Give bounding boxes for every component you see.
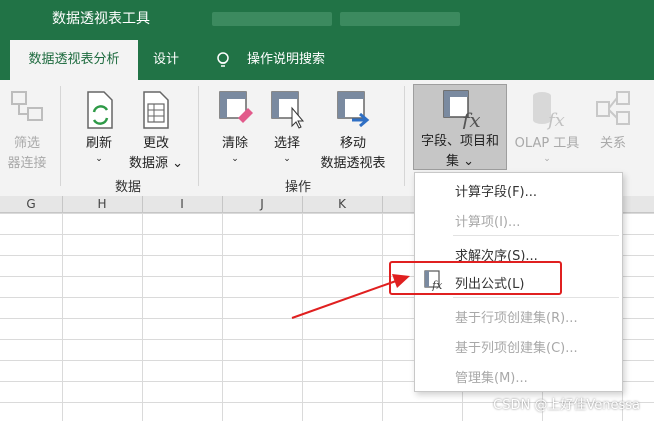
- watermark: CSDN @上好佳Venessa: [493, 398, 640, 413]
- annotation-arrow-icon: [291, 274, 410, 319]
